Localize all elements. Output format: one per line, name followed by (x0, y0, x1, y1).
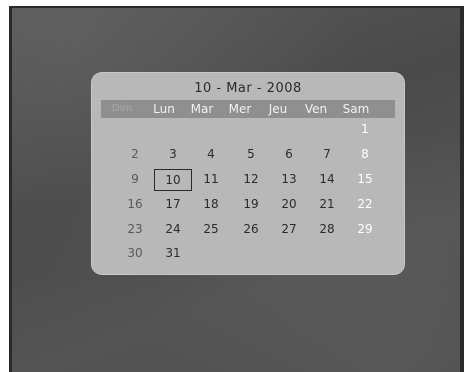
calendar-day-12[interactable]: 12 (232, 169, 270, 189)
calendar-day-29[interactable]: 29 (346, 219, 384, 239)
calendar-day-18[interactable]: 18 (192, 194, 230, 214)
calendar-day-1[interactable]: 1 (346, 119, 384, 139)
calendar-day-10[interactable]: 10 (154, 169, 192, 191)
calendar-day-13[interactable]: 13 (270, 169, 308, 189)
calendar-day-11[interactable]: 11 (192, 169, 230, 189)
calendar-day-22[interactable]: 22 (346, 194, 384, 214)
calendar-day-17[interactable]: 17 (154, 194, 192, 214)
weekday-lun: Lun (153, 102, 175, 116)
screen-border-top (9, 6, 464, 8)
screen-background: 10 - Mar - 2008 Dim Lun Mar Mer Jeu Ven … (9, 6, 464, 372)
calendar-day-4[interactable]: 4 (192, 144, 230, 164)
calendar-day-14[interactable]: 14 (308, 169, 346, 189)
calendar-day-20[interactable]: 20 (270, 194, 308, 214)
calendar-day-8[interactable]: 8 (346, 144, 384, 164)
calendar-day-6[interactable]: 6 (270, 144, 308, 164)
calendar-day-28[interactable]: 28 (308, 219, 346, 239)
calendar-day-30[interactable]: 30 (116, 243, 154, 263)
calendar-day-19[interactable]: 19 (232, 194, 270, 214)
calendar-day-21[interactable]: 21 (308, 194, 346, 214)
screen-border-right (460, 6, 464, 372)
weekday-dim: Dim (111, 103, 133, 114)
calendar-day-23[interactable]: 23 (116, 219, 154, 239)
calendar-day-27[interactable]: 27 (270, 219, 308, 239)
calendar-day-7[interactable]: 7 (308, 144, 346, 164)
screen-border-left (9, 6, 12, 372)
weekday-mar: Mar (190, 102, 214, 116)
weekday-sam: Sam (342, 102, 370, 116)
calendar-day-2[interactable]: 2 (116, 144, 154, 164)
calendar-day-3[interactable]: 3 (154, 144, 192, 164)
calendar-panel: 10 - Mar - 2008 Dim Lun Mar Mer Jeu Ven … (92, 73, 404, 274)
weekday-mer: Mer (228, 102, 252, 116)
calendar-day-31[interactable]: 31 (154, 243, 192, 263)
weekday-header: Dim Lun Mar Mer Jeu Ven Sam (101, 100, 395, 118)
calendar-day-24[interactable]: 24 (154, 219, 192, 239)
calendar-title: 10 - Mar - 2008 (194, 81, 302, 96)
calendar-day-15[interactable]: 15 (346, 169, 384, 189)
calendar-day-25[interactable]: 25 (192, 219, 230, 239)
calendar-day-9[interactable]: 9 (116, 169, 154, 189)
weekday-jeu: Jeu (268, 102, 288, 116)
calendar-day-5[interactable]: 5 (232, 144, 270, 164)
weekday-ven: Ven (304, 102, 328, 116)
calendar-day-26[interactable]: 26 (232, 219, 270, 239)
calendar-day-16[interactable]: 16 (116, 194, 154, 214)
